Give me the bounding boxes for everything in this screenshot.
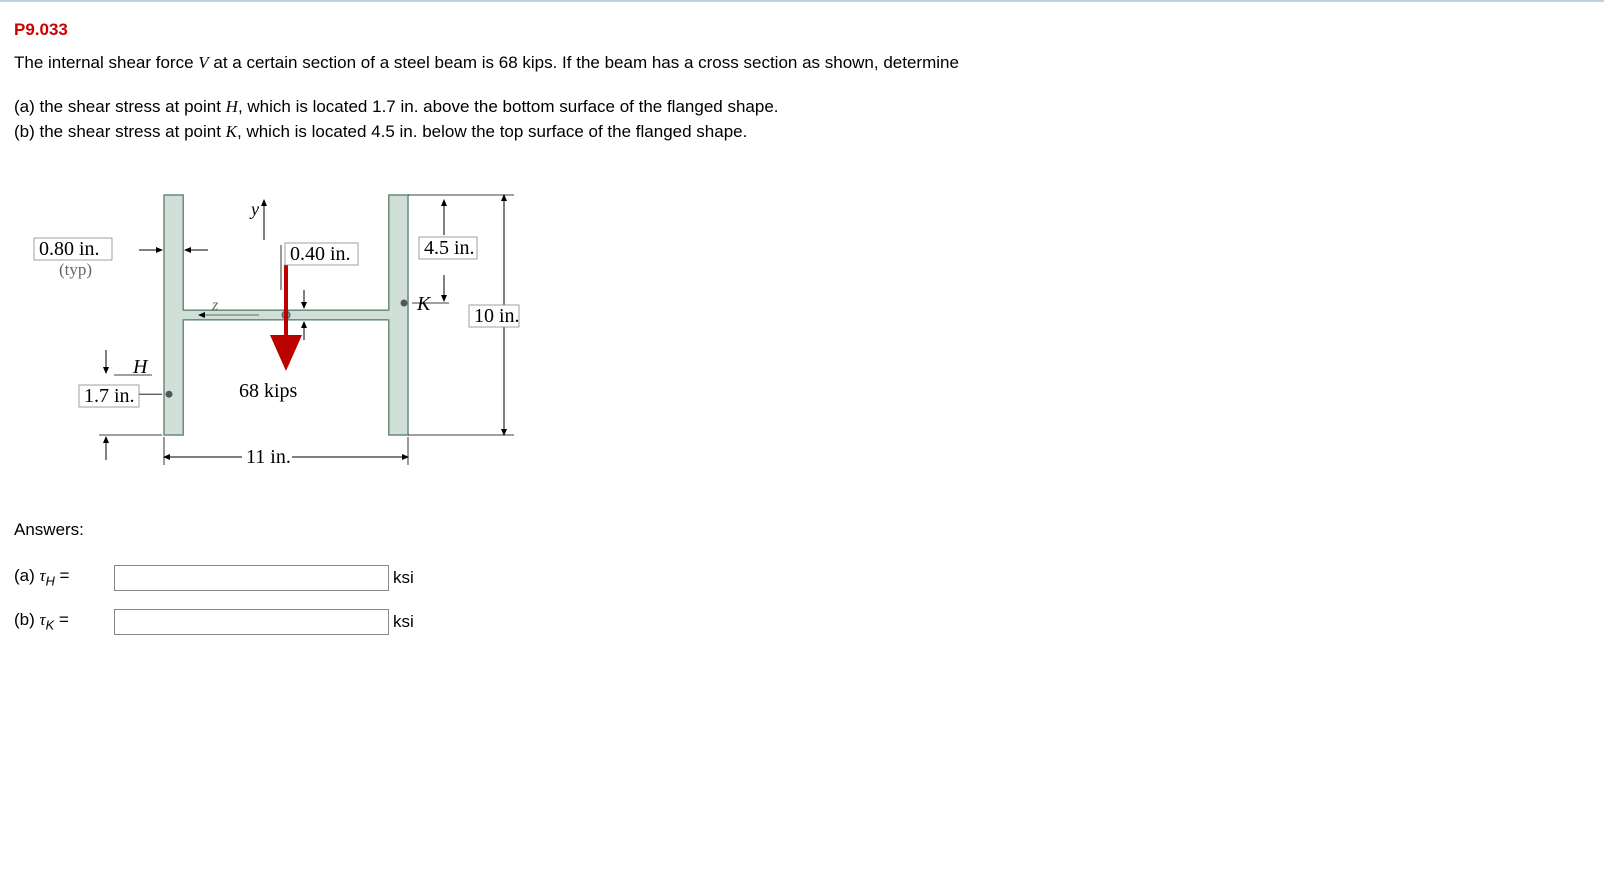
dim-h-height: 1.7 in. [84,385,135,407]
point-k-label: K [416,293,432,315]
dim-width: 11 in. [246,446,291,468]
answers-heading: Answers: [14,520,1590,540]
answer-a-input[interactable] [114,565,389,591]
answer-b-prefix: (b) [14,610,40,629]
dim-flange-thickness: 0.80 in. [39,238,100,260]
dim-k-depth: 4.5 in. [424,237,475,259]
answer-b-input[interactable] [114,609,389,635]
dim-web-thickness: 0.40 in. [290,243,351,265]
answer-b-equals: = [54,610,69,629]
cross-section-figure: y z 0.80 in. (typ) 0.40 in. 4.5 [24,175,1590,480]
shear-force-label: 68 kips [239,380,298,402]
answer-b-unit: ksi [393,612,414,632]
dim-total-height: 10 in. [474,305,520,327]
question-part-b: (b) the shear stress at point K, which i… [14,119,1590,145]
question-part-a: (a) the shear stress at point H, which i… [14,94,1590,120]
z-axis-label: z [211,297,219,314]
answer-a-equals: = [55,566,70,585]
problem-intro: The internal shear force V at a certain … [14,50,1590,76]
dim-flange-typ: (typ) [59,260,92,279]
answer-a-prefix: (a) [14,566,40,585]
answer-row-b: (b) τK = ksi [14,609,1590,635]
problem-number: P9.033 [14,20,1590,40]
answer-a-unit: ksi [393,568,414,588]
answer-row-a: (a) τH = ksi [14,565,1590,591]
answer-a-sub: H [46,574,55,589]
y-axis-label: y [249,199,259,219]
answer-b-sub: K [46,618,55,633]
